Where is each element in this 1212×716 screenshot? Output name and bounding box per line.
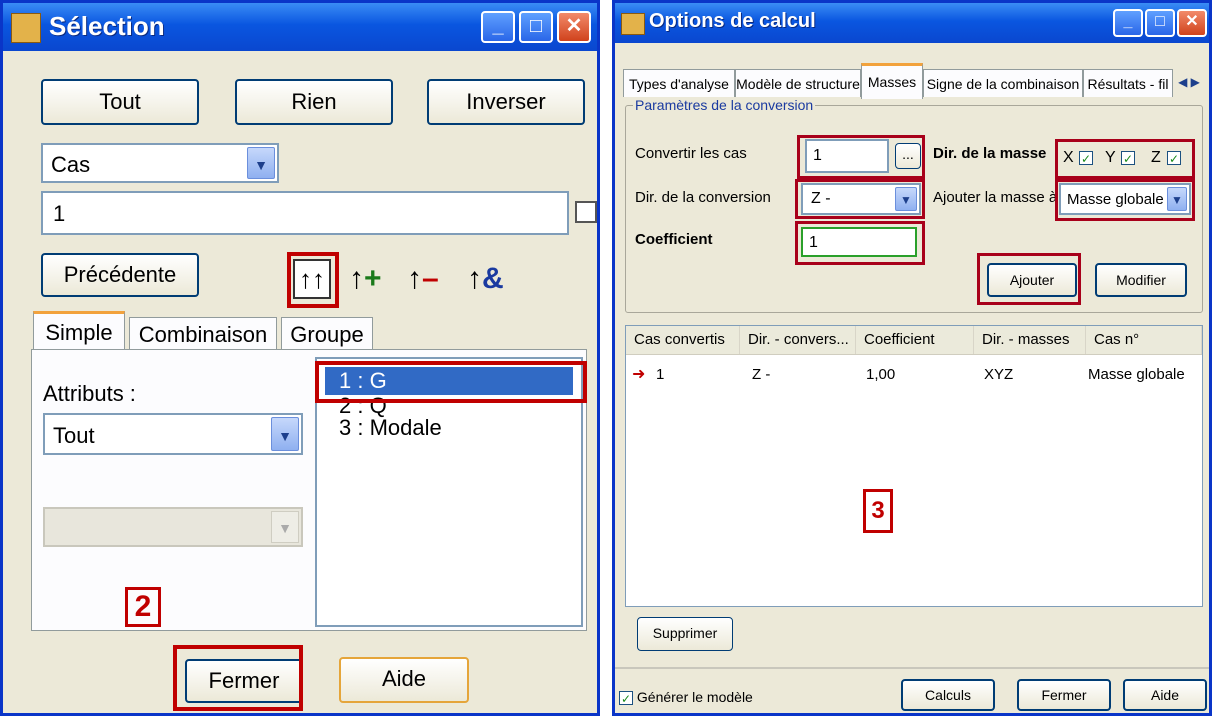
close-button[interactable]: Fermer <box>1017 679 1111 711</box>
conversion-group-title: Paramètres de la conversion <box>633 97 816 113</box>
case-input[interactable]: 1 <box>41 191 569 235</box>
attributes-select[interactable]: Tout ▼ <box>43 413 303 455</box>
intersect-selection-icon[interactable]: ↑& <box>467 261 517 299</box>
generate-model-option[interactable]: ✓ Générer le modèle <box>619 685 753 709</box>
table-header: Cas convertis Dir. - convers... Coeffici… <box>626 326 1202 355</box>
highlight-case-g <box>315 361 587 403</box>
coefficient-label: Coefficient <box>635 231 713 248</box>
converted-cases-table[interactable]: Cas convertis Dir. - convers... Coeffici… <box>625 325 1203 607</box>
maximize-icon[interactable]: □ <box>519 11 553 43</box>
select-none-button[interactable]: Rien <box>235 79 393 125</box>
column-header[interactable]: Coefficient <box>856 326 974 354</box>
column-header[interactable]: Cas convertis <box>626 326 740 354</box>
highlight-select-all <box>287 252 339 308</box>
chevron-down-icon: ▼ <box>271 511 299 543</box>
table-cell: Masse globale <box>1088 366 1185 383</box>
delete-button[interactable]: Supprimer <box>637 617 733 651</box>
table-cell: 1,00 <box>866 366 896 383</box>
footer-divider <box>615 667 1209 669</box>
column-header[interactable]: Cas n° <box>1086 326 1202 354</box>
tab-masses[interactable]: Masses <box>861 63 923 99</box>
selection-window: Sélection _ □ ✕ Tout Rien Inverser Cas ▼… <box>0 0 600 716</box>
table-cell: Z - <box>752 366 771 383</box>
list-item[interactable]: 3 : Modale <box>339 417 442 439</box>
generate-model-label: Générer le modèle <box>636 689 753 705</box>
tab-simple[interactable]: Simple <box>33 311 125 351</box>
attributes-select-value: Tout <box>53 423 95 448</box>
maximize-icon[interactable]: □ <box>1145 9 1175 37</box>
highlight-mass-direction <box>1055 139 1195 179</box>
column-header[interactable]: Dir. - convers... <box>740 326 856 354</box>
add-mass-label: Ajouter la masse à <box>933 189 1058 206</box>
invert-selection-button[interactable]: Inverser <box>427 79 585 125</box>
minimize-icon[interactable]: _ <box>481 11 515 43</box>
highlight-convert-cases <box>797 135 925 179</box>
minimize-icon[interactable]: _ <box>1113 9 1143 37</box>
attributes-label: Attributs : <box>43 381 136 406</box>
options-title: Options de calcul <box>649 10 816 32</box>
table-cell: 1 <box>656 366 665 383</box>
modify-button[interactable]: Modifier <box>1095 263 1187 297</box>
case-checkbox[interactable] <box>575 201 597 223</box>
remove-selection-icon[interactable]: ↑– <box>407 261 451 299</box>
table-row[interactable]: ➜ 1 Z - 1,00 XYZ Masse globale <box>626 362 1202 388</box>
case-input-value: 1 <box>53 201 66 226</box>
options-window: Options de calcul _ □ ✕ Types d'analyse … <box>612 0 1212 716</box>
highlight-add <box>977 253 1081 305</box>
highlight-add-mass <box>1055 179 1195 221</box>
select-all-button[interactable]: Tout <box>41 79 199 125</box>
tab-combinaison[interactable]: Combinaison <box>129 317 277 351</box>
tab-scroll-arrows-icon[interactable]: ◀ ▶ <box>1173 71 1205 93</box>
column-header[interactable]: Dir. - masses <box>974 326 1086 354</box>
selection-title: Sélection <box>49 11 165 41</box>
tab-modele-structure[interactable]: Modèle de structure <box>735 69 861 97</box>
close-icon[interactable]: ✕ <box>557 11 591 43</box>
calculations-button[interactable]: Calculs <box>901 679 995 711</box>
highlight-coefficient <box>795 221 925 265</box>
tab-types-analyse[interactable]: Types d'analyse <box>623 69 735 97</box>
chevron-down-icon[interactable]: ▼ <box>271 417 299 451</box>
tab-groupe[interactable]: Groupe <box>281 317 373 351</box>
convert-cases-label: Convertir les cas <box>635 145 747 162</box>
highlight-conversion-direction <box>795 179 925 219</box>
type-select-value: Cas <box>51 152 91 177</box>
add-selection-icon[interactable]: ↑+ <box>349 261 389 299</box>
step-marker-2: 2 <box>125 587 161 627</box>
selection-titlebar[interactable]: Sélection _ □ ✕ <box>3 3 597 51</box>
help-button[interactable]: Aide <box>1123 679 1207 711</box>
close-icon[interactable]: ✕ <box>1177 9 1207 37</box>
previous-button[interactable]: Précédente <box>41 253 199 297</box>
mass-direction-label: Dir. de la masse <box>933 145 1047 162</box>
chevron-down-icon[interactable]: ▼ <box>247 147 275 179</box>
table-cell: XYZ <box>984 366 1014 383</box>
tab-resultats[interactable]: Résultats - fil <box>1083 69 1173 97</box>
row-pointer-arrow-icon: ➜ <box>632 366 646 383</box>
highlight-close <box>173 645 303 711</box>
tab-signe-combinaison[interactable]: Signe de la combinaison <box>923 69 1083 97</box>
step-marker-3: 3 <box>863 489 893 533</box>
help-button[interactable]: Aide <box>339 657 469 703</box>
type-select[interactable]: Cas ▼ <box>41 143 279 183</box>
options-app-icon <box>621 13 645 35</box>
selection-app-icon <box>11 13 41 43</box>
generate-model-checkbox[interactable]: ✓ <box>619 691 633 706</box>
options-titlebar[interactable]: Options de calcul _ □ ✕ <box>615 3 1209 43</box>
conversion-direction-label: Dir. de la conversion <box>635 189 771 206</box>
attributes-value-select-disabled: ▼ <box>43 507 303 547</box>
